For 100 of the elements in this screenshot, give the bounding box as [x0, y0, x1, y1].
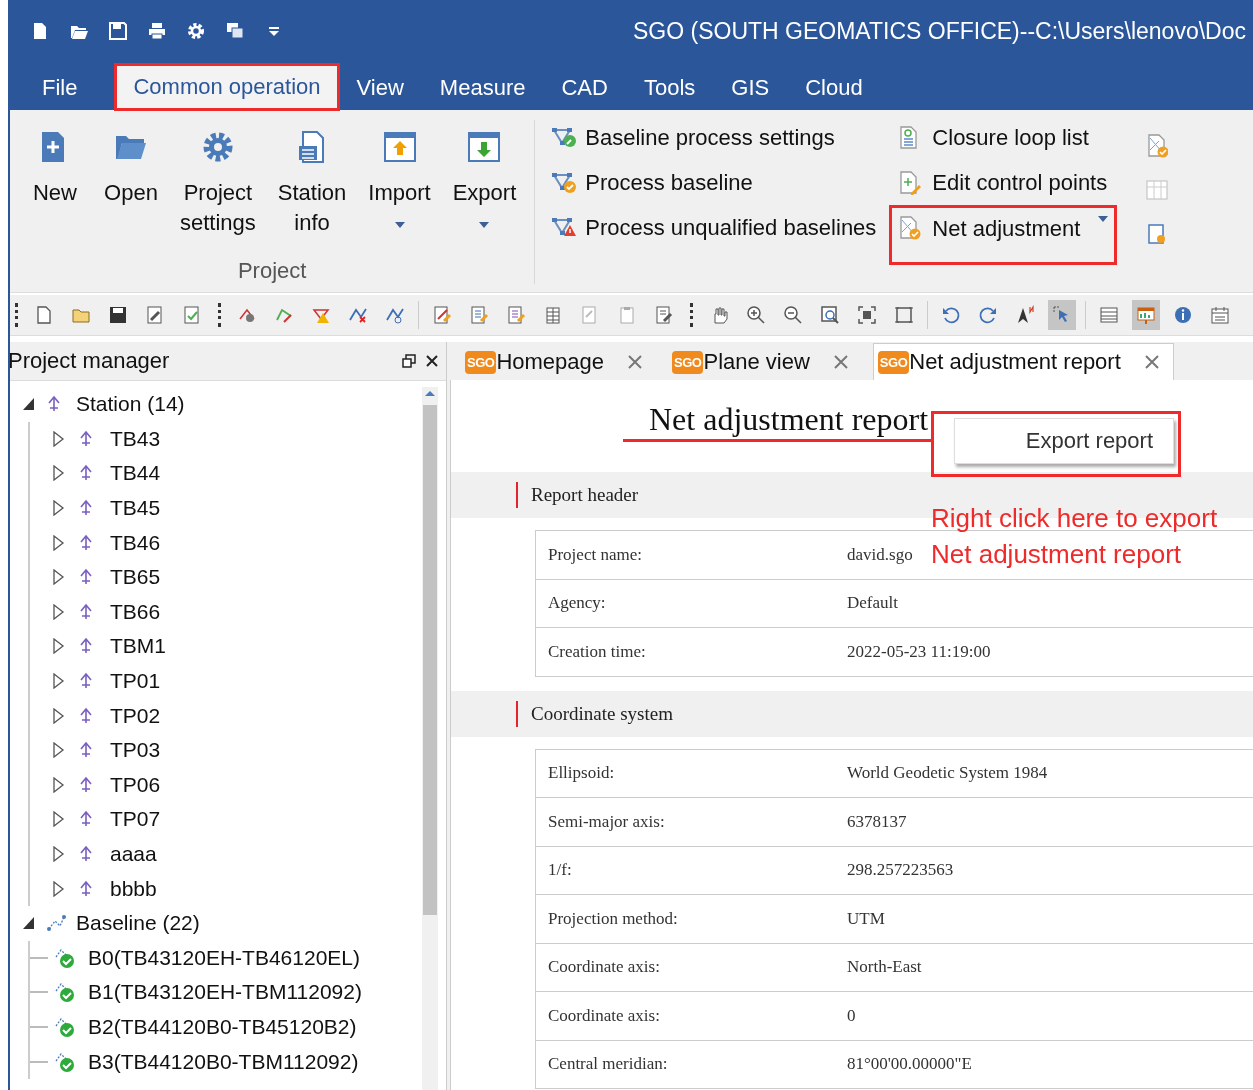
ribbon-button[interactable]: Station info: [269, 120, 355, 238]
tree-item[interactable]: TB43: [110, 426, 161, 451]
tree-item[interactable]: B2(TB44120B0-TB45120B2): [88, 1015, 357, 1039]
expand-arrow-icon[interactable]: [52, 500, 66, 517]
tree-item[interactable]: aaaa: [110, 842, 157, 866]
tree-item[interactable]: B3(TB44120B0-TBM112092): [88, 1049, 359, 1074]
ribbon-tab[interactable]: Tools: [625, 66, 714, 110]
table-cell: 2022-05-23 11:19:00: [835, 627, 1253, 676]
network-wrench-icon: [551, 126, 578, 150]
tree-item[interactable]: B1(TB43120EH-TBM112092): [88, 980, 362, 1005]
table-cell: World Geodetic System 1984: [835, 749, 1253, 798]
expand-arrow-icon[interactable]: [52, 776, 66, 793]
collapse-arrow-icon[interactable]: [22, 396, 36, 413]
expand-arrow-icon[interactable]: [52, 638, 66, 655]
document-tab[interactable]: SGO Homepage: [460, 343, 658, 380]
ribbon-button[interactable]: Project settings: [172, 120, 264, 238]
section-title: Coordinate system: [531, 702, 673, 725]
zoom-out-icon: [783, 305, 803, 325]
tree-item[interactable]: TBM1: [110, 634, 166, 659]
table-cell: Creation time:: [535, 627, 835, 676]
ribbon-tab[interactable]: GIS: [713, 66, 788, 110]
ribbon-button[interactable]: New: [20, 120, 90, 238]
tree-item[interactable]: Baseline (22): [76, 911, 200, 936]
expand-arrow-icon[interactable]: [52, 673, 66, 690]
ribbon-button[interactable]: Open: [96, 120, 166, 238]
close-icon[interactable]: [426, 355, 438, 367]
table-cell: UTM: [835, 894, 1253, 943]
scrollbar[interactable]: [422, 387, 438, 1090]
tree-item[interactable]: TP01: [110, 669, 161, 694]
ribbon-tab[interactable]: Common operation: [115, 64, 339, 110]
table-cell: 298.257223563: [835, 846, 1253, 895]
ribbon-tab[interactable]: Measure: [421, 66, 544, 110]
tree-item[interactable]: TP06: [110, 772, 161, 797]
tree-item[interactable]: TB46: [110, 530, 161, 555]
document-check-icon[interactable]: [1146, 134, 1169, 158]
expand-arrow-icon[interactable]: [52, 569, 66, 586]
export-button[interactable]: Export report: [954, 418, 1175, 464]
north-arrow-icon: [1015, 305, 1035, 325]
report-title: Net adjustment report: [623, 399, 935, 442]
ribbon-button[interactable]: Closure loop list: [894, 120, 1113, 156]
ribbon-tab[interactable]: View: [338, 66, 422, 110]
document-check-icon: [182, 305, 202, 325]
expand-arrow-icon[interactable]: [52, 603, 66, 620]
table-icon: [543, 305, 563, 325]
zoom-in-icon: [746, 305, 766, 325]
expand-arrow-icon[interactable]: [52, 846, 66, 862]
network-icon: [46, 914, 66, 933]
table-cell: 1/f:: [535, 846, 835, 895]
tree-item[interactable]: TB66: [110, 599, 161, 624]
document-edit-icon: [654, 305, 674, 325]
printer-icon[interactable]: [147, 21, 167, 41]
expand-arrow-icon[interactable]: [52, 534, 66, 551]
expand-arrow-icon[interactable]: [52, 430, 66, 447]
chart-window-icon: [1136, 305, 1156, 325]
logo-badge: SGO: [877, 350, 910, 374]
logo-badge: SGO: [672, 350, 704, 374]
annotation-text: Right click here to export: [931, 502, 1218, 535]
tree-item[interactable]: TB44: [110, 461, 161, 486]
ribbon-button[interactable]: Net adjustment: [894, 210, 1113, 260]
expand-arrow-icon[interactable]: [52, 707, 66, 724]
document-tab[interactable]: SGO Net adjustment report: [872, 343, 1174, 380]
float-window-icon[interactable]: [402, 354, 416, 368]
tree-item[interactable]: bbbb: [110, 876, 157, 901]
ribbon-button[interactable]: Process baseline: [547, 165, 881, 201]
table-cell: Coordinate axis:: [535, 991, 835, 1040]
ribbon-button[interactable]: Export: [444, 120, 525, 238]
table-cell: Project name:: [535, 530, 835, 579]
table-cell: Ellipsoid:: [535, 749, 835, 798]
tree-item[interactable]: B0(TB43120EH-TB46120EL): [88, 945, 360, 970]
fit-view-icon: [857, 305, 877, 325]
tree-item[interactable]: TP03: [110, 738, 161, 763]
ribbon-button[interactable]: Process unqualified baselines: [547, 210, 881, 246]
tree-item[interactable]: TB45: [110, 496, 161, 521]
expand-arrow-icon[interactable]: [52, 742, 66, 759]
table-cell: Agency:: [535, 579, 835, 628]
document-list-icon: [469, 305, 489, 325]
ribbon-button[interactable]: Baseline process settings: [547, 120, 881, 156]
settings-icon[interactable]: [186, 21, 206, 41]
frame-icon: [894, 305, 914, 325]
expand-arrow-icon[interactable]: [52, 880, 66, 897]
expand-arrow-icon[interactable]: [52, 465, 66, 482]
ribbon-tab[interactable]: File: [22, 66, 116, 110]
ribbon-button[interactable]: Edit control points: [894, 165, 1113, 201]
windows-icon[interactable]: [225, 21, 245, 41]
ribbon-tab[interactable]: CAD: [543, 66, 626, 110]
table-cell: 81°00'00.00000"E: [835, 1040, 1253, 1089]
tree-item[interactable]: TP07: [110, 807, 161, 832]
tree-item[interactable]: TB65: [110, 565, 161, 590]
ribbon-tab[interactable]: Cloud: [787, 66, 881, 110]
ribbon-button[interactable]: Import: [360, 120, 439, 238]
document-tab[interactable]: SGO Plane view: [667, 343, 863, 380]
table-cell: Semi-major axis:: [535, 797, 835, 846]
save-icon[interactable]: [108, 21, 128, 41]
expand-arrow-icon[interactable]: [52, 811, 66, 828]
tree-item[interactable]: Station (14): [76, 392, 185, 417]
collapse-arrow-icon[interactable]: [22, 915, 36, 932]
annotation-text: Net adjustment report: [931, 538, 1182, 571]
table-cell: Central meridian:: [535, 1040, 835, 1089]
tree-item[interactable]: TP02: [110, 703, 161, 728]
panel-title: Project manager: [10, 348, 171, 374]
